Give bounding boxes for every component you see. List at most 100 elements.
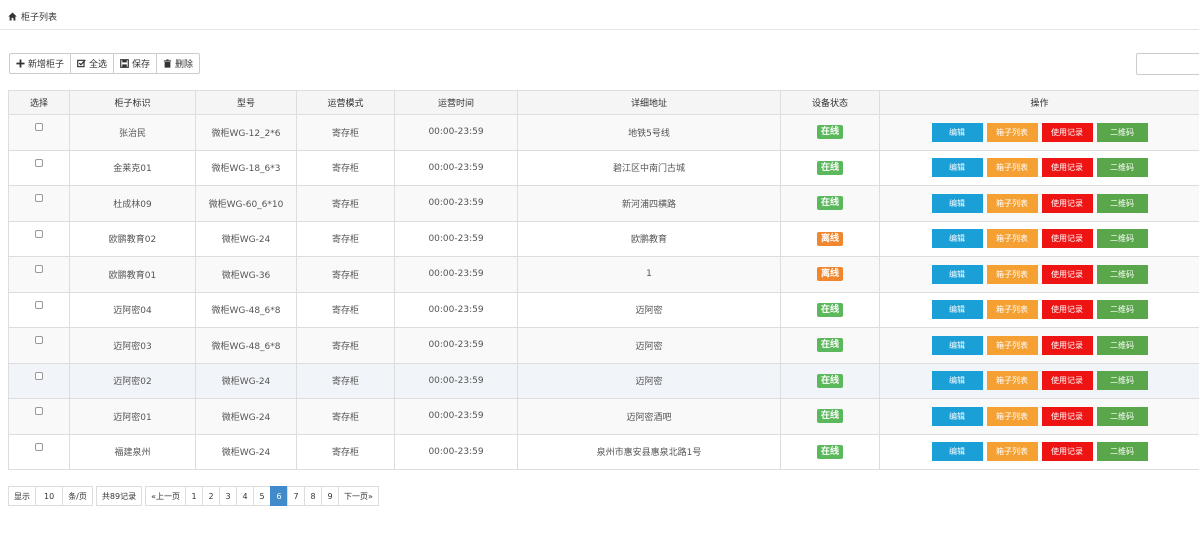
edit-button[interactable]: 编辑: [931, 158, 983, 178]
row-actions: 编辑 箱子列表 使用记录 二维码: [881, 406, 1199, 426]
qrcode-button[interactable]: 二维码: [1096, 442, 1148, 462]
mode: 寄存柜: [296, 185, 395, 222]
page-link-2[interactable]: 2: [201, 486, 220, 506]
edit-button[interactable]: 编辑: [931, 300, 983, 320]
delete-button[interactable]: 删除: [156, 53, 201, 74]
status-cell: 在线: [780, 185, 880, 222]
box-list-button[interactable]: 箱子列表: [986, 335, 1038, 355]
page-link-7[interactable]: 7: [286, 486, 305, 506]
actions-cell: 编辑 箱子列表 使用记录 二维码: [879, 185, 1199, 222]
edit-button[interactable]: 编辑: [931, 229, 983, 249]
box-list-button[interactable]: 箱子列表: [986, 442, 1038, 462]
table-row: 迈阿密04 微柜WG-48_6*8 寄存柜 00:00-23:59 迈阿密 在线 编辑 箱子列…: [8, 291, 1199, 328]
page-link-4[interactable]: 4: [235, 486, 254, 506]
usage-record-button[interactable]: 使用记录: [1041, 406, 1093, 426]
qrcode-button[interactable]: 二维码: [1096, 122, 1148, 142]
row-checkbox[interactable]: [35, 194, 43, 203]
row-actions: 编辑 箱子列表 使用记录 二维码: [881, 193, 1199, 213]
page-link-1[interactable]: 1: [184, 486, 203, 506]
edit-button[interactable]: 编辑: [931, 442, 983, 462]
row-checkbox[interactable]: [35, 371, 43, 380]
toolbar: 新增柜子 全选 保存 删除: [9, 53, 201, 74]
box-list-button[interactable]: 箱子列表: [986, 406, 1038, 426]
usage-record-button[interactable]: 使用记录: [1041, 300, 1093, 320]
edit-button[interactable]: 编辑: [931, 122, 983, 142]
page-size-group: 显示 10 条/页: [8, 486, 93, 506]
search-input[interactable]: [1136, 53, 1199, 75]
row-actions: 编辑 箱子列表 使用记录 二维码: [881, 122, 1199, 142]
edit-button[interactable]: 编辑: [931, 371, 983, 391]
page-link-3[interactable]: 3: [218, 486, 237, 506]
select-cell: [8, 149, 70, 186]
home-icon: [8, 11, 17, 21]
box-list-button[interactable]: 箱子列表: [986, 300, 1038, 320]
operating-time: 00:00-23:59: [394, 149, 518, 186]
usage-record-button[interactable]: 使用记录: [1041, 122, 1093, 142]
select-all-label: 全选: [89, 60, 108, 70]
usage-record-button[interactable]: 使用记录: [1041, 264, 1093, 284]
show-label: 显示: [8, 486, 36, 506]
row-checkbox[interactable]: [35, 407, 43, 416]
edit-button[interactable]: 编辑: [931, 264, 983, 284]
header-address: 详细地址: [517, 90, 781, 115]
page-link-9[interactable]: 9: [320, 486, 339, 506]
qrcode-button[interactable]: 二维码: [1096, 406, 1148, 426]
status-cell: 在线: [780, 149, 880, 186]
qrcode-button[interactable]: 二维码: [1096, 300, 1148, 320]
row-checkbox[interactable]: [35, 300, 43, 309]
usage-record-button[interactable]: 使用记录: [1041, 335, 1093, 355]
box-list-button[interactable]: 箱子列表: [986, 122, 1038, 142]
row-checkbox[interactable]: [35, 158, 43, 167]
qrcode-button[interactable]: 二维码: [1096, 264, 1148, 284]
status-badge: 在线: [816, 302, 843, 317]
actions-cell: 编辑 箱子列表 使用记录 二维码: [879, 433, 1199, 470]
table-header-row: 选择 柜子标识 型号 运营模式 运营时间 详细地址 设备状态 操作: [8, 90, 1199, 115]
status-cell: 在线: [780, 291, 880, 328]
status-cell: 在线: [780, 114, 880, 151]
model: 微柜WG-12_2*6: [195, 114, 297, 151]
box-list-button[interactable]: 箱子列表: [986, 264, 1038, 284]
qrcode-button[interactable]: 二维码: [1096, 229, 1148, 249]
row-actions: 编辑 箱子列表 使用记录 二维码: [881, 442, 1199, 462]
add-cabinet-button[interactable]: 新增柜子: [9, 53, 72, 74]
qrcode-button[interactable]: 二维码: [1096, 193, 1148, 213]
prev-page-button[interactable]: «上一页: [145, 486, 186, 506]
row-checkbox[interactable]: [35, 229, 43, 238]
qrcode-button[interactable]: 二维码: [1096, 335, 1148, 355]
box-list-button[interactable]: 箱子列表: [986, 229, 1038, 249]
cabinet-id: 杜成林09: [69, 185, 196, 222]
edit-button[interactable]: 编辑: [931, 406, 983, 426]
usage-record-button[interactable]: 使用记录: [1041, 158, 1093, 178]
select-all-button[interactable]: 全选: [70, 53, 115, 74]
save-button[interactable]: 保存: [113, 53, 158, 74]
next-page-button[interactable]: 下一页»: [337, 486, 379, 506]
edit-button[interactable]: 编辑: [931, 335, 983, 355]
model: 微柜WG-24: [195, 398, 297, 435]
delete-label: 删除: [175, 60, 194, 70]
box-list-button[interactable]: 箱子列表: [986, 371, 1038, 391]
page-link-5[interactable]: 5: [252, 486, 271, 506]
cabinet-id: 迈阿密01: [69, 398, 196, 435]
box-list-button[interactable]: 箱子列表: [986, 193, 1038, 213]
table-row: 迈阿密03 微柜WG-48_6*8 寄存柜 00:00-23:59 迈阿密 在线 编辑 箱子列…: [8, 327, 1199, 364]
table-row: 杜成林09 微柜WG-60_6*10 寄存柜 00:00-23:59 新河浦四横路 在线 编…: [8, 185, 1199, 222]
usage-record-button[interactable]: 使用记录: [1041, 193, 1093, 213]
actions-cell: 编辑 箱子列表 使用记录 二维码: [879, 291, 1199, 328]
box-list-button[interactable]: 箱子列表: [986, 158, 1038, 178]
page-link-6[interactable]: 6: [269, 486, 288, 506]
qrcode-button[interactable]: 二维码: [1096, 371, 1148, 391]
page-link-8[interactable]: 8: [303, 486, 322, 506]
select-cell: [8, 327, 70, 364]
row-checkbox[interactable]: [35, 336, 43, 345]
row-checkbox[interactable]: [35, 265, 43, 274]
row-checkbox[interactable]: [35, 442, 43, 451]
qrcode-button[interactable]: 二维码: [1096, 158, 1148, 178]
row-checkbox[interactable]: [35, 123, 43, 132]
header-time: 运营时间: [394, 90, 518, 115]
page-size-select[interactable]: 10: [35, 486, 64, 506]
usage-record-button[interactable]: 使用记录: [1041, 229, 1093, 249]
usage-record-button[interactable]: 使用记录: [1041, 371, 1093, 391]
usage-record-button[interactable]: 使用记录: [1041, 442, 1093, 462]
model: 微柜WG-36: [195, 256, 297, 293]
edit-button[interactable]: 编辑: [931, 193, 983, 213]
